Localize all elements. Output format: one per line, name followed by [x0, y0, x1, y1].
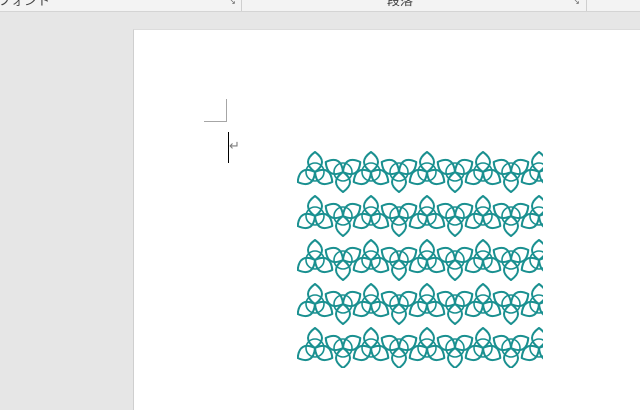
paragraph-dialog-launcher-icon[interactable]: ↘ — [572, 0, 581, 6]
margin-corner-mark — [204, 99, 227, 122]
ribbon-group-separator — [586, 0, 587, 11]
ribbon-group-separator — [241, 0, 242, 11]
triquetra-knot — [520, 151, 543, 186]
ribbon: フォント ↘ 段落 ↘ — [0, 0, 640, 12]
paragraph-mark-icon: ↵ — [229, 139, 240, 154]
font-dialog-launcher-icon[interactable]: ↘ — [228, 0, 237, 6]
triquetra-knot — [520, 327, 543, 362]
triquetra-pattern-image[interactable] — [297, 150, 543, 368]
triquetra-knot — [520, 195, 543, 230]
paragraph-group-label: 段落 — [387, 0, 414, 9]
font-group-label: フォント — [0, 0, 51, 9]
triquetra-knot — [520, 239, 543, 274]
triquetra-knot — [520, 283, 543, 318]
